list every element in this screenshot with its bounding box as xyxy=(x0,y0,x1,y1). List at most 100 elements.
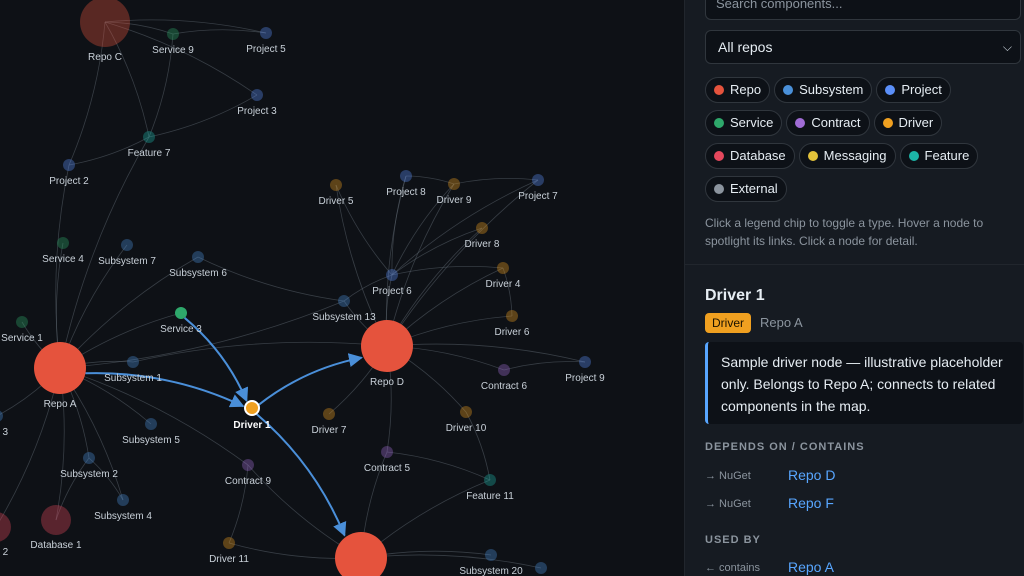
graph-edge xyxy=(197,256,345,302)
node-subsystem-1[interactable] xyxy=(127,356,139,368)
node-subsystem-5[interactable] xyxy=(145,418,157,430)
node-subsystem-4[interactable] xyxy=(117,494,129,506)
node-driver-9[interactable] xyxy=(448,178,460,190)
node-contract-9[interactable] xyxy=(242,459,254,471)
legend-dot-icon xyxy=(714,184,724,194)
legend-dot-icon xyxy=(885,85,896,95)
used-by-rel-1: ← contains xyxy=(705,562,761,574)
chevron-down-icon: ⌵ xyxy=(1002,40,1012,54)
legend-dot-icon xyxy=(714,151,724,161)
node-label-driver-5: Driver 5 xyxy=(318,196,353,207)
node-label-project-7: Project 7 xyxy=(518,191,558,202)
node-service-9[interactable] xyxy=(167,28,179,40)
node-subsystem-2[interactable] xyxy=(83,452,95,464)
node-service-1[interactable] xyxy=(16,316,28,328)
node-driver-11[interactable] xyxy=(223,537,235,549)
legend-chip-repo[interactable]: Repo xyxy=(705,77,771,103)
node-driver-7[interactable] xyxy=(323,408,335,420)
depends-link-repo-f[interactable]: Repo F xyxy=(788,495,834,511)
legend-chip-label: Subsystem xyxy=(799,82,864,97)
node-project-6[interactable] xyxy=(386,269,398,281)
search-input[interactable]: Search components... xyxy=(705,0,1021,20)
node-em-3[interactable] xyxy=(0,410,3,422)
type-badge: Driver xyxy=(705,313,751,333)
node-label-subsystem-5: Subsystem 5 xyxy=(122,435,180,446)
node-driver-4[interactable] xyxy=(497,262,509,274)
legend-chip-label: Repo xyxy=(730,82,762,97)
node-repo-a[interactable] xyxy=(34,342,86,394)
depends-heading: DEPENDS ON / CONTAINS xyxy=(705,441,865,453)
node-feature-7[interactable] xyxy=(143,131,155,143)
node-feature-11[interactable] xyxy=(484,474,496,486)
node-service-4[interactable] xyxy=(57,237,69,249)
node-label-subsystem-6: Subsystem 6 xyxy=(169,268,227,279)
node-project-9[interactable] xyxy=(579,356,591,368)
legend-chip-project[interactable]: Project xyxy=(876,77,951,103)
node-label-base-2: ase 2 xyxy=(0,547,9,558)
graph-canvas[interactable]: Repo C Service 9 Project 5 Project 3 Feature… xyxy=(0,0,684,576)
node-driver-6[interactable] xyxy=(506,310,518,322)
legend-dot-icon xyxy=(908,151,919,161)
graph-edge xyxy=(386,343,586,363)
legend-chip-external[interactable]: External xyxy=(705,176,787,202)
node-label-subsystem-1: Subsystem 1 xyxy=(104,373,162,384)
node-project-5[interactable] xyxy=(260,27,272,39)
node-label-driver-7: Driver 7 xyxy=(311,425,346,436)
component-graph[interactable]: Repo C Service 9 Project 5 Project 3 Feature… xyxy=(0,0,684,576)
node-project-3[interactable] xyxy=(251,89,263,101)
node-project-2[interactable] xyxy=(63,159,75,171)
repo-select[interactable]: All repos ⌵ xyxy=(705,30,1021,64)
node-driver-8[interactable] xyxy=(476,222,488,234)
node-driver-1[interactable] xyxy=(244,400,260,416)
node-repo-f[interactable] xyxy=(335,532,387,576)
legend-chip-feature[interactable]: Feature xyxy=(899,143,979,169)
node-subsystem-6[interactable] xyxy=(192,251,204,263)
node-extra-1[interactable] xyxy=(535,562,547,574)
legend-chip-messaging[interactable]: Messaging xyxy=(798,143,896,169)
node-subsystem-20[interactable] xyxy=(485,549,497,561)
legend-chip-contract[interactable]: Contract xyxy=(786,110,870,136)
used-by-link-repo-a[interactable]: Repo A xyxy=(788,559,834,575)
node-label-project-9: Project 9 xyxy=(565,373,605,384)
node-label-driver-10: Driver 10 xyxy=(446,423,487,434)
node-driver-10[interactable] xyxy=(460,406,472,418)
legend-chip-label: Driver xyxy=(898,115,934,130)
legend-chip-database[interactable]: Database xyxy=(705,143,795,169)
detail-title: Driver 1 xyxy=(705,287,765,304)
detail-description: Sample driver node — illustrative placeh… xyxy=(705,342,1023,424)
detail-repo: Repo A xyxy=(760,315,803,330)
node-label-driver-9: Driver 9 xyxy=(436,195,471,206)
node-label-project-5: Project 5 xyxy=(246,44,286,55)
node-service-3[interactable] xyxy=(175,307,187,319)
node-label-service-4: Service 4 xyxy=(42,254,84,265)
node-label-repo-a: Repo A xyxy=(44,399,77,410)
node-label-subsystem-13: Subsystem 13 xyxy=(312,312,376,323)
node-label-project-2: Project 2 xyxy=(49,176,89,187)
graph-edge xyxy=(172,29,267,35)
used-by-heading: USED BY xyxy=(705,534,761,546)
legend-chip-service[interactable]: Service xyxy=(705,110,783,136)
node-contract-6[interactable] xyxy=(498,364,510,376)
node-database-1[interactable] xyxy=(41,505,71,535)
legend-chip-label: Feature xyxy=(924,148,970,163)
depends-link-repo-d[interactable]: Repo D xyxy=(788,467,835,483)
legend-dot-icon xyxy=(795,118,806,128)
depends-rel-1: → NuGet xyxy=(705,470,751,482)
node-subsystem-7[interactable] xyxy=(121,239,133,251)
node-repo-c[interactable] xyxy=(80,0,130,47)
legend-chip-label: External xyxy=(730,181,778,196)
node-label-contract-9: Contract 9 xyxy=(225,476,272,487)
node-base-2[interactable] xyxy=(0,512,11,542)
node-contract-5[interactable] xyxy=(381,446,393,458)
node-label-subsystem-7: Subsystem 7 xyxy=(98,256,156,267)
legend-chip-label: Project xyxy=(901,82,942,97)
graph-edge xyxy=(453,177,539,185)
node-driver-5[interactable] xyxy=(330,179,342,191)
legend-chip-subsystem[interactable]: Subsystem xyxy=(774,77,873,103)
legend-chip-driver[interactable]: Driver xyxy=(873,110,943,136)
node-subsystem-13[interactable] xyxy=(338,295,350,307)
node-project-7[interactable] xyxy=(532,174,544,186)
node-project-8[interactable] xyxy=(400,170,412,182)
node-repo-d[interactable] xyxy=(361,320,413,372)
node-label-em-3: em 3 xyxy=(0,427,9,438)
